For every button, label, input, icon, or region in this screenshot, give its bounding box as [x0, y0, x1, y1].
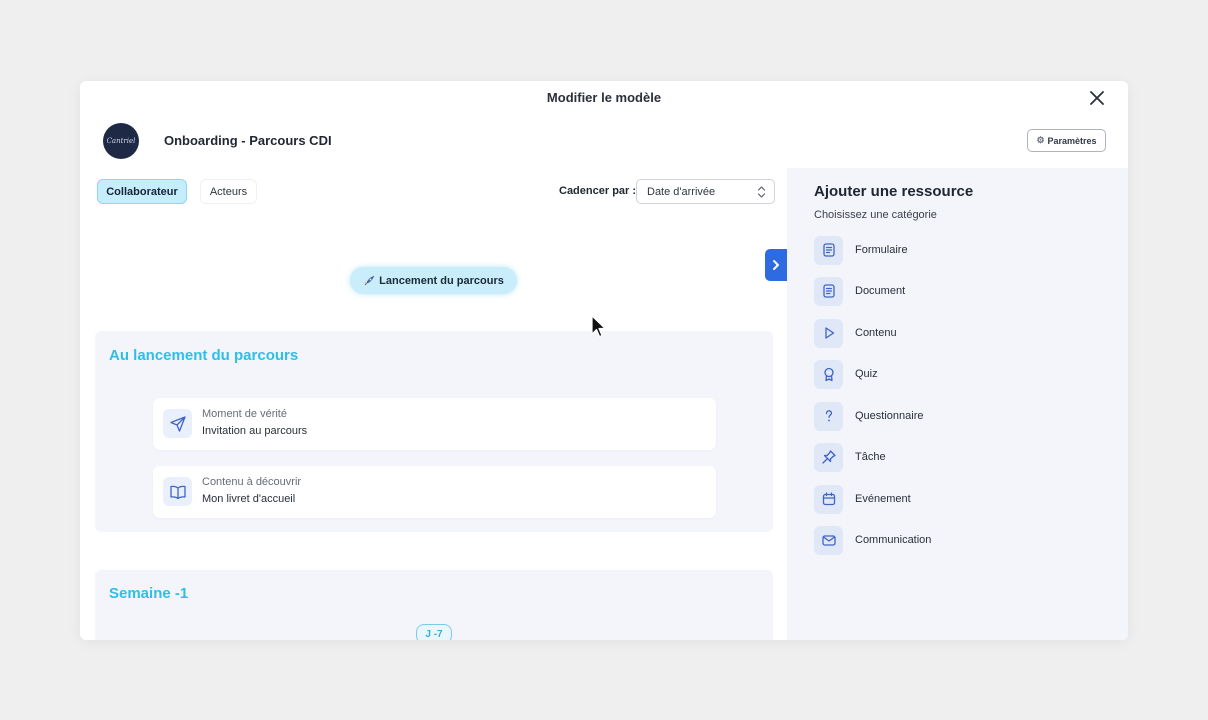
pin-icon	[814, 442, 843, 472]
cadence-value: Date d'arrivée	[647, 185, 716, 198]
document-icon	[814, 276, 843, 306]
card-category: Contenu à découvrir	[202, 476, 302, 488]
resource-item-contenu[interactable]: Contenu	[814, 318, 1094, 348]
mail-icon	[814, 525, 843, 555]
resource-item-evenement[interactable]: Evénement	[814, 484, 1094, 514]
question-icon	[814, 401, 843, 431]
day-badge: J -7	[416, 624, 452, 640]
timeline-section: Au lancement du parcours Moment de vérit…	[95, 331, 773, 532]
resource-item-label: Contenu	[855, 327, 897, 339]
tab-acteurs[interactable]: Acteurs	[200, 179, 257, 204]
resource-card[interactable]: Contenu à découvrir Mon livret d'accueil	[153, 466, 716, 518]
company-logo: Cantriel	[103, 123, 139, 159]
send-icon	[163, 409, 192, 438]
panel-title: Ajouter une ressource	[814, 183, 974, 200]
section-title: Au lancement du parcours	[109, 347, 299, 364]
mouse-cursor-icon	[591, 315, 606, 338]
resource-item-label: Document	[855, 285, 906, 297]
chevron-right-icon	[773, 260, 779, 270]
card-title: Invitation au parcours	[202, 425, 308, 437]
calendar-icon	[814, 484, 843, 514]
resource-item-quiz[interactable]: Quiz	[814, 359, 1094, 389]
cadence-label: Cadencer par :	[559, 185, 637, 197]
tab-label: Collaborateur	[106, 185, 178, 198]
rocket-icon	[364, 275, 375, 285]
launch-step[interactable]: Lancement du parcours	[350, 267, 517, 294]
resource-item-label: Questionnaire	[855, 410, 924, 422]
resource-item-formulaire[interactable]: Formulaire	[814, 235, 1094, 265]
tab-collaborateur[interactable]: Collaborateur	[97, 179, 187, 204]
resource-item-document[interactable]: Document	[814, 276, 1094, 306]
resource-item-communication[interactable]: Communication	[814, 525, 1094, 555]
resource-item-questionnaire[interactable]: Questionnaire	[814, 401, 1094, 431]
settings-button-label: Paramètres	[1047, 135, 1097, 146]
form-icon	[814, 235, 843, 265]
close-icon	[1090, 91, 1104, 105]
logo-text: Cantriel	[106, 137, 136, 145]
section-title: Semaine -1	[109, 585, 189, 602]
toggle-panel-button[interactable]	[765, 249, 787, 281]
resource-item-label: Quiz	[855, 368, 878, 380]
launch-label: Lancement du parcours	[379, 274, 504, 287]
edit-template-modal: Modifier le modèle Cantriel Onboarding -…	[80, 81, 1128, 640]
play-icon	[814, 318, 843, 348]
card-title: Mon livret d'accueil	[202, 493, 296, 505]
resource-item-label: Communication	[855, 534, 932, 546]
cadence-select[interactable]: Date d'arrivée	[636, 179, 775, 204]
panel-subtitle: Choisissez une catégorie	[814, 209, 937, 221]
settings-button[interactable]: ⚙ Paramètres	[1027, 129, 1106, 152]
modal-title: Modifier le modèle	[546, 90, 662, 105]
close-button[interactable]	[1088, 89, 1106, 107]
card-category: Moment de vérité	[202, 408, 287, 420]
book-icon	[163, 477, 192, 506]
resource-item-label: Formulaire	[855, 244, 908, 256]
resource-item-label: Tâche	[855, 451, 886, 463]
tab-label: Acteurs	[209, 185, 248, 198]
award-icon	[814, 359, 843, 389]
resource-item-label: Evénement	[855, 493, 911, 505]
resource-card[interactable]: Moment de vérité Invitation au parcours	[153, 398, 716, 450]
program-name: Onboarding - Parcours CDI	[164, 133, 332, 148]
add-resource-panel: Ajouter une ressource Choisissez une cat…	[787, 168, 1128, 640]
gear-icon: ⚙	[1036, 135, 1045, 145]
select-arrows-icon	[757, 186, 766, 198]
resource-item-tache[interactable]: Tâche	[814, 442, 1094, 472]
